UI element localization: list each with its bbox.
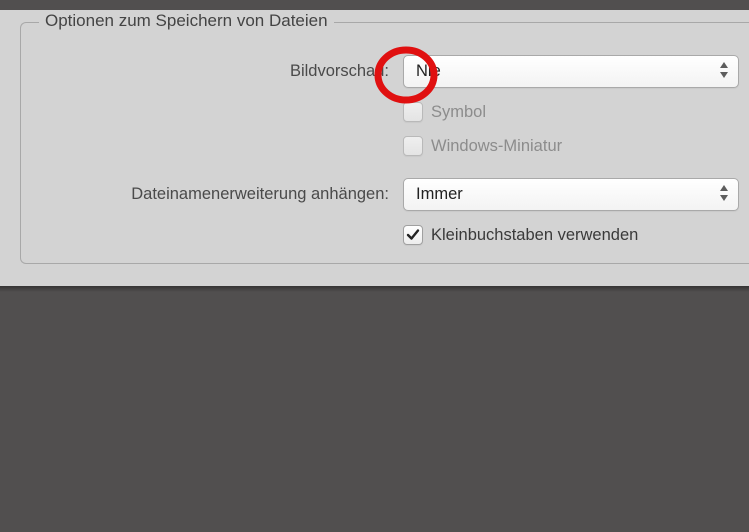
fieldset-legend: Optionen zum Speichern von Dateien (39, 11, 334, 31)
background-area (0, 292, 749, 532)
symbol-checkbox (403, 102, 423, 122)
extension-append-value: Immer (416, 185, 463, 204)
file-saving-options-panel: Optionen zum Speichern von Dateien Bildv… (0, 10, 749, 286)
updown-arrows-icon (718, 185, 730, 201)
lowercase-checkbox[interactable] (403, 225, 423, 245)
symbol-checkbox-label: Symbol (431, 103, 486, 122)
image-preview-value: Nie (416, 62, 441, 81)
extension-append-label: Dateinamenerweiterung anhängen: (33, 185, 403, 204)
file-saving-options-fieldset: Optionen zum Speichern von Dateien Bildv… (20, 22, 749, 264)
extension-append-select[interactable]: Immer (403, 178, 739, 211)
windows-thumbnail-checkbox-label: Windows-Miniatur (431, 137, 562, 156)
check-icon (406, 228, 420, 242)
updown-arrows-icon (718, 62, 730, 78)
image-preview-label: Bildvorschau: (33, 62, 403, 81)
windows-thumbnail-checkbox (403, 136, 423, 156)
image-preview-select[interactable]: Nie (403, 55, 739, 88)
lowercase-checkbox-label: Kleinbuchstaben verwenden (431, 226, 638, 245)
